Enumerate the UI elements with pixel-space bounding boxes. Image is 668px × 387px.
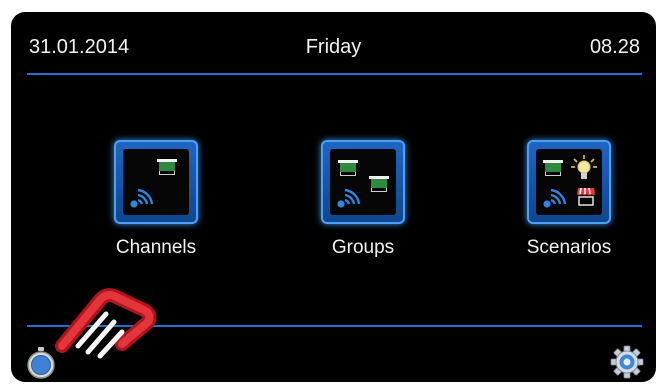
wireless-signal-icon xyxy=(130,188,154,208)
groups-icon-frame xyxy=(321,140,405,224)
hand-pointer-icon xyxy=(55,288,157,359)
light-bulb-icon xyxy=(571,155,597,179)
wireless-signal-icon xyxy=(337,188,361,208)
groups-label: Groups xyxy=(331,237,395,258)
settings-gear-icon[interactable] xyxy=(610,345,644,379)
shade-icon xyxy=(157,159,177,176)
scenarios-button[interactable]: Scenarios xyxy=(489,140,649,259)
shade-icon xyxy=(369,176,389,193)
channels-icon-frame xyxy=(114,140,198,224)
channels-label: Channels xyxy=(115,237,197,258)
status-bar: 31.01.2014 Friday 08.28 xyxy=(11,12,656,74)
shade-icon xyxy=(338,160,358,177)
scenarios-label: Scenarios xyxy=(526,237,612,258)
time-display: 08.28 xyxy=(589,36,640,58)
groups-button[interactable]: Groups xyxy=(283,140,443,259)
awning-icon xyxy=(577,187,595,206)
group-shades-wireless-icon xyxy=(330,149,396,215)
day-display: Friday xyxy=(305,36,362,58)
scenarios-icon-frame xyxy=(527,140,611,224)
shade-icon xyxy=(543,160,563,177)
wireless-signal-icon xyxy=(543,188,567,208)
channels-button[interactable]: Channels xyxy=(76,140,236,259)
timer-icon[interactable] xyxy=(26,347,56,379)
single-shade-wireless-icon xyxy=(123,149,189,215)
scenario-shade-light-awning-icon xyxy=(536,149,602,215)
header-divider xyxy=(27,73,642,75)
